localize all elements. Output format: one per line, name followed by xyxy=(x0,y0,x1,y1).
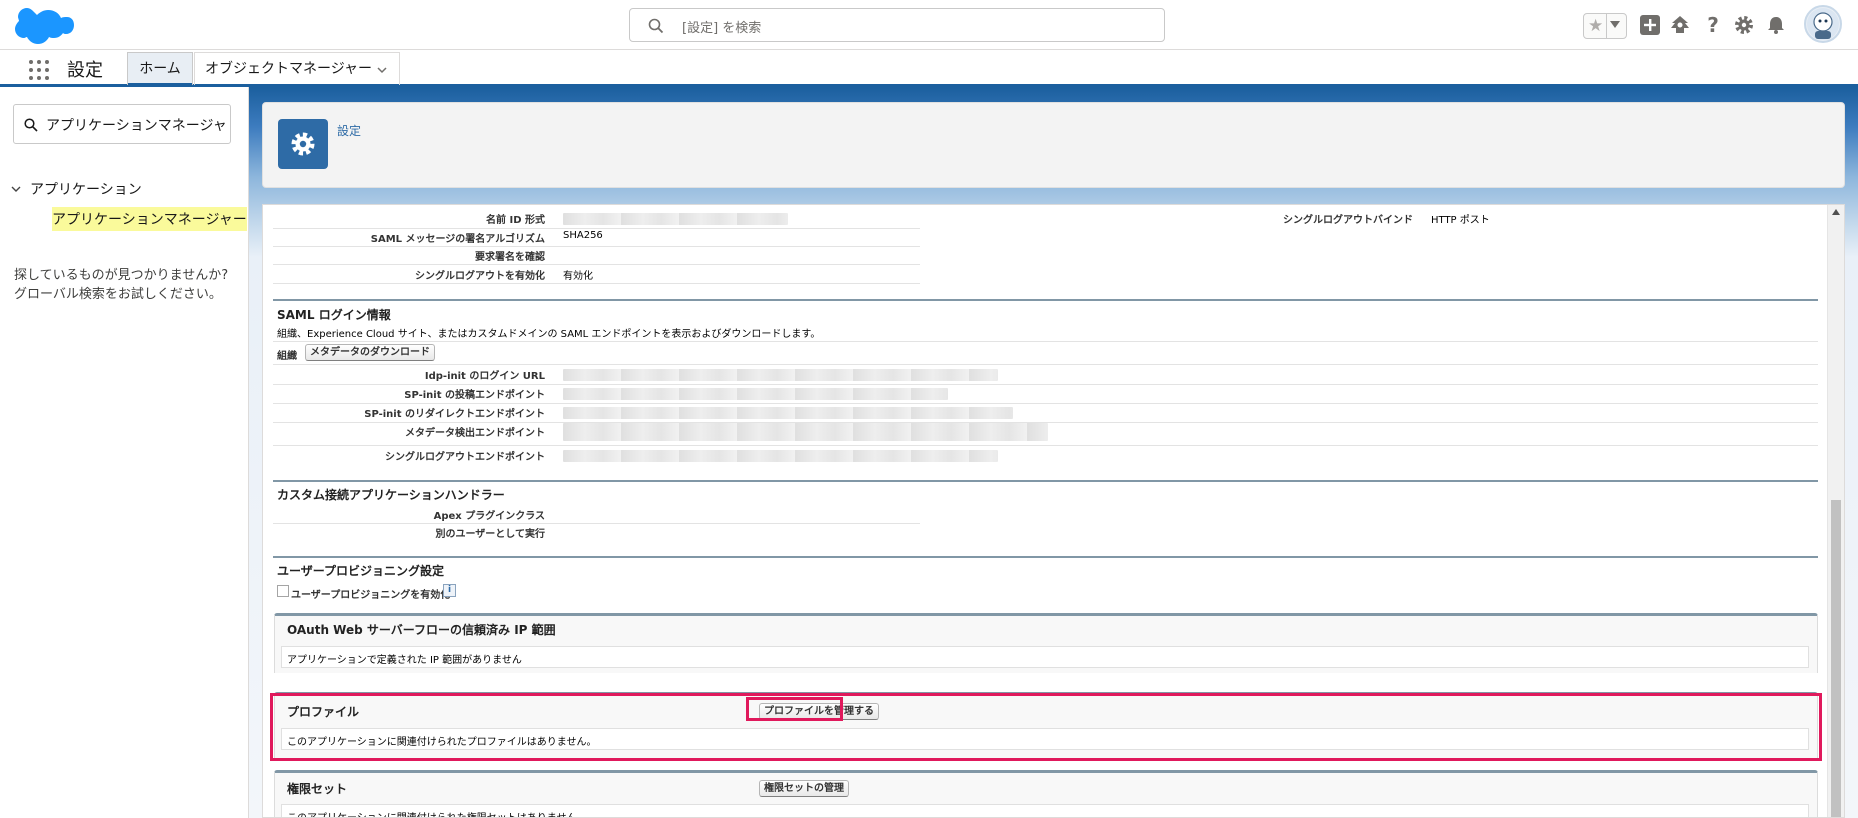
trailhead-icon[interactable] xyxy=(1669,14,1691,36)
enable-user-provisioning-label: ユーザープロビジョニングを有効化 xyxy=(291,590,451,601)
svg-text:?: ? xyxy=(1707,14,1719,36)
favorites-star-icon[interactable]: ★ xyxy=(1588,16,1603,36)
section-title-custom-handler: カスタム接続アプリケーションハンドラー xyxy=(277,488,505,502)
notifications-bell-icon[interactable] xyxy=(1765,14,1787,36)
field-label-name-id-format: 名前 ID 形式 xyxy=(486,215,545,226)
not-found-line1: 探しているものが見つかりませんか? xyxy=(14,268,229,283)
redacted-value xyxy=(563,388,948,400)
related-list-oauth-ip-ranges: OAuth Web サーバーフローの信頼済み IP 範囲 アプリケーションで定義… xyxy=(274,613,1818,673)
section-title-user-provisioning: ユーザープロビジョニング設定 xyxy=(277,564,445,578)
field-label-sp-init-post-endpoint: SP-init の投稿エンドポイント xyxy=(404,390,545,401)
global-search-input[interactable]: [設定] を検索 xyxy=(629,8,1165,42)
field-label-run-as: 別のユーザーとして実行 xyxy=(435,529,546,540)
related-list-body: このアプリケーションに関連付けられた権限セットはありません。 xyxy=(281,804,1809,817)
related-list-body: アプリケーションで定義された IP 範囲がありません xyxy=(281,646,1809,668)
scrollbar-thumb[interactable] xyxy=(1831,500,1841,817)
page-breadcrumb-title[interactable]: 設定 xyxy=(337,122,361,139)
section-divider xyxy=(273,480,1818,482)
row-divider xyxy=(273,228,920,229)
content-scrollbar[interactable] xyxy=(1827,205,1844,817)
tab-home[interactable]: ホーム xyxy=(127,52,193,86)
redacted-value xyxy=(563,407,1013,419)
org-label: 組織 xyxy=(277,351,297,362)
row-divider xyxy=(273,283,920,284)
redacted-value xyxy=(563,423,1048,441)
tab-object-manager-label: オブジェクトマネージャー xyxy=(205,61,373,77)
redacted-value xyxy=(563,450,998,462)
section-divider xyxy=(273,299,1818,301)
quickfind-input[interactable]: アプリケーションマネージャ xyxy=(13,104,231,144)
favorites-dropdown-icon[interactable] xyxy=(1610,21,1620,28)
section-title-saml-login: SAML ログイン情報 xyxy=(277,308,391,322)
row-divider xyxy=(273,246,920,247)
quickfind-value: アプリケーションマネージャ xyxy=(46,118,226,134)
setup-sidebar: アプリケーションマネージャ アプリケーション アプリケーションマネージャー 探し… xyxy=(0,87,249,818)
tree-node-applications[interactable]: アプリケーション xyxy=(10,179,142,199)
favorites-button-group[interactable]: ★ xyxy=(1583,13,1627,39)
info-icon[interactable]: i xyxy=(443,584,456,597)
app-name: 設定 xyxy=(67,60,103,81)
field-label-idp-init-login-url: Idp-init のログイン URL xyxy=(424,371,545,382)
user-avatar[interactable] xyxy=(1804,5,1842,43)
astro-avatar-icon xyxy=(1807,8,1839,40)
field-value-single-logout-binding: HTTP ポスト xyxy=(1431,215,1490,226)
manage-permission-sets-button[interactable]: 権限セットの管理 xyxy=(759,780,849,797)
field-label-apex-plugin-class: Apex プラグインクラス xyxy=(433,511,545,522)
row-divider xyxy=(273,341,1818,342)
field-label-saml-signing-algorithm: SAML メッセージの署名アルゴリズム xyxy=(370,234,545,245)
download-metadata-button[interactable]: メタデータのダウンロード xyxy=(305,344,435,361)
gear-icon xyxy=(291,132,315,156)
row-divider xyxy=(273,445,1818,446)
redacted-value xyxy=(563,369,998,381)
search-icon xyxy=(648,18,664,34)
row-divider xyxy=(273,523,920,524)
help-icon[interactable]: ? xyxy=(1702,14,1724,36)
row-divider xyxy=(273,403,1818,404)
favorites-divider xyxy=(1606,14,1607,38)
related-list-title-permission-sets: 権限セット xyxy=(287,782,348,796)
tree-node-app-manager[interactable]: アプリケーションマネージャー xyxy=(52,207,247,231)
related-list-permission-sets: 権限セット 権限セットの管理 このアプリケーションに関連付けられた権限セットはあ… xyxy=(274,770,1818,817)
scroll-up-arrow-icon[interactable] xyxy=(1832,209,1840,215)
field-label-verify-request-signature: 要求署名を確認 xyxy=(475,252,545,263)
not-found-hint: 探しているものが見つかりませんか? グローバル検索をお試しください。 xyxy=(14,266,228,304)
search-icon xyxy=(24,118,38,132)
redacted-value xyxy=(563,213,788,225)
oauth-ip-empty-text: アプリケーションで定義された IP 範囲がありません xyxy=(287,655,522,666)
setup-gear-icon[interactable] xyxy=(1733,14,1755,36)
row-divider xyxy=(273,264,920,265)
related-list-title-oauth-ip: OAuth Web サーバーフローの信頼済み IP 範囲 xyxy=(287,623,556,637)
field-label-metadata-discovery-endpoint: メタデータ検出エンドポイント xyxy=(405,428,545,439)
chevron-down-icon[interactable] xyxy=(10,183,22,195)
salesforce-logo[interactable] xyxy=(12,5,74,47)
field-label-sp-init-redirect-endpoint: SP-init のリダイレクトエンドポイント xyxy=(364,409,545,420)
add-icon[interactable] xyxy=(1639,14,1661,36)
app-launcher-icon[interactable] xyxy=(29,60,49,80)
field-value-single-logout-enabled: 有効化 xyxy=(563,271,593,282)
setup-page-icon xyxy=(278,119,328,169)
field-label-single-logout-endpoint: シングルログアウトエンドポイント xyxy=(385,452,545,463)
tree-node-applications-label: アプリケーション xyxy=(30,182,142,198)
field-label-single-logout-binding: シングルログアウトバインド xyxy=(1283,215,1413,226)
saml-login-description: 組織、Experience Cloud サイト、またはカスタムドメインの SAM… xyxy=(277,329,821,340)
field-value-saml-signing-algorithm: SHA256 xyxy=(563,230,603,241)
tab-object-manager[interactable]: オブジェクトマネージャー xyxy=(194,52,400,85)
profiles-highlight-box xyxy=(270,693,1822,761)
not-found-line2[interactable]: グローバル検索をお試しください。 xyxy=(14,285,228,304)
global-header: [設定] を検索 ★ ? xyxy=(0,0,1858,50)
context-bar: 設定 ホーム オブジェクトマネージャー xyxy=(0,51,1858,87)
field-label-single-logout-enabled: シングルログアウトを有効化 xyxy=(415,271,545,282)
manage-profiles-button-highlight xyxy=(746,697,843,721)
setup-page-header: 設定 xyxy=(262,102,1845,188)
row-divider xyxy=(273,384,1818,385)
row-divider xyxy=(273,364,1818,365)
detail-content-pane: 名前 ID 形式 SAML メッセージの署名アルゴリズム SHA256 要求署名… xyxy=(262,204,1845,818)
search-placeholder: [設定] を検索 xyxy=(682,21,762,36)
chevron-down-icon[interactable] xyxy=(377,65,387,75)
permission-sets-empty-text: このアプリケーションに関連付けられた権限セットはありません。 xyxy=(287,809,587,817)
section-divider xyxy=(273,556,1818,558)
enable-user-provisioning-checkbox[interactable] xyxy=(277,585,289,597)
